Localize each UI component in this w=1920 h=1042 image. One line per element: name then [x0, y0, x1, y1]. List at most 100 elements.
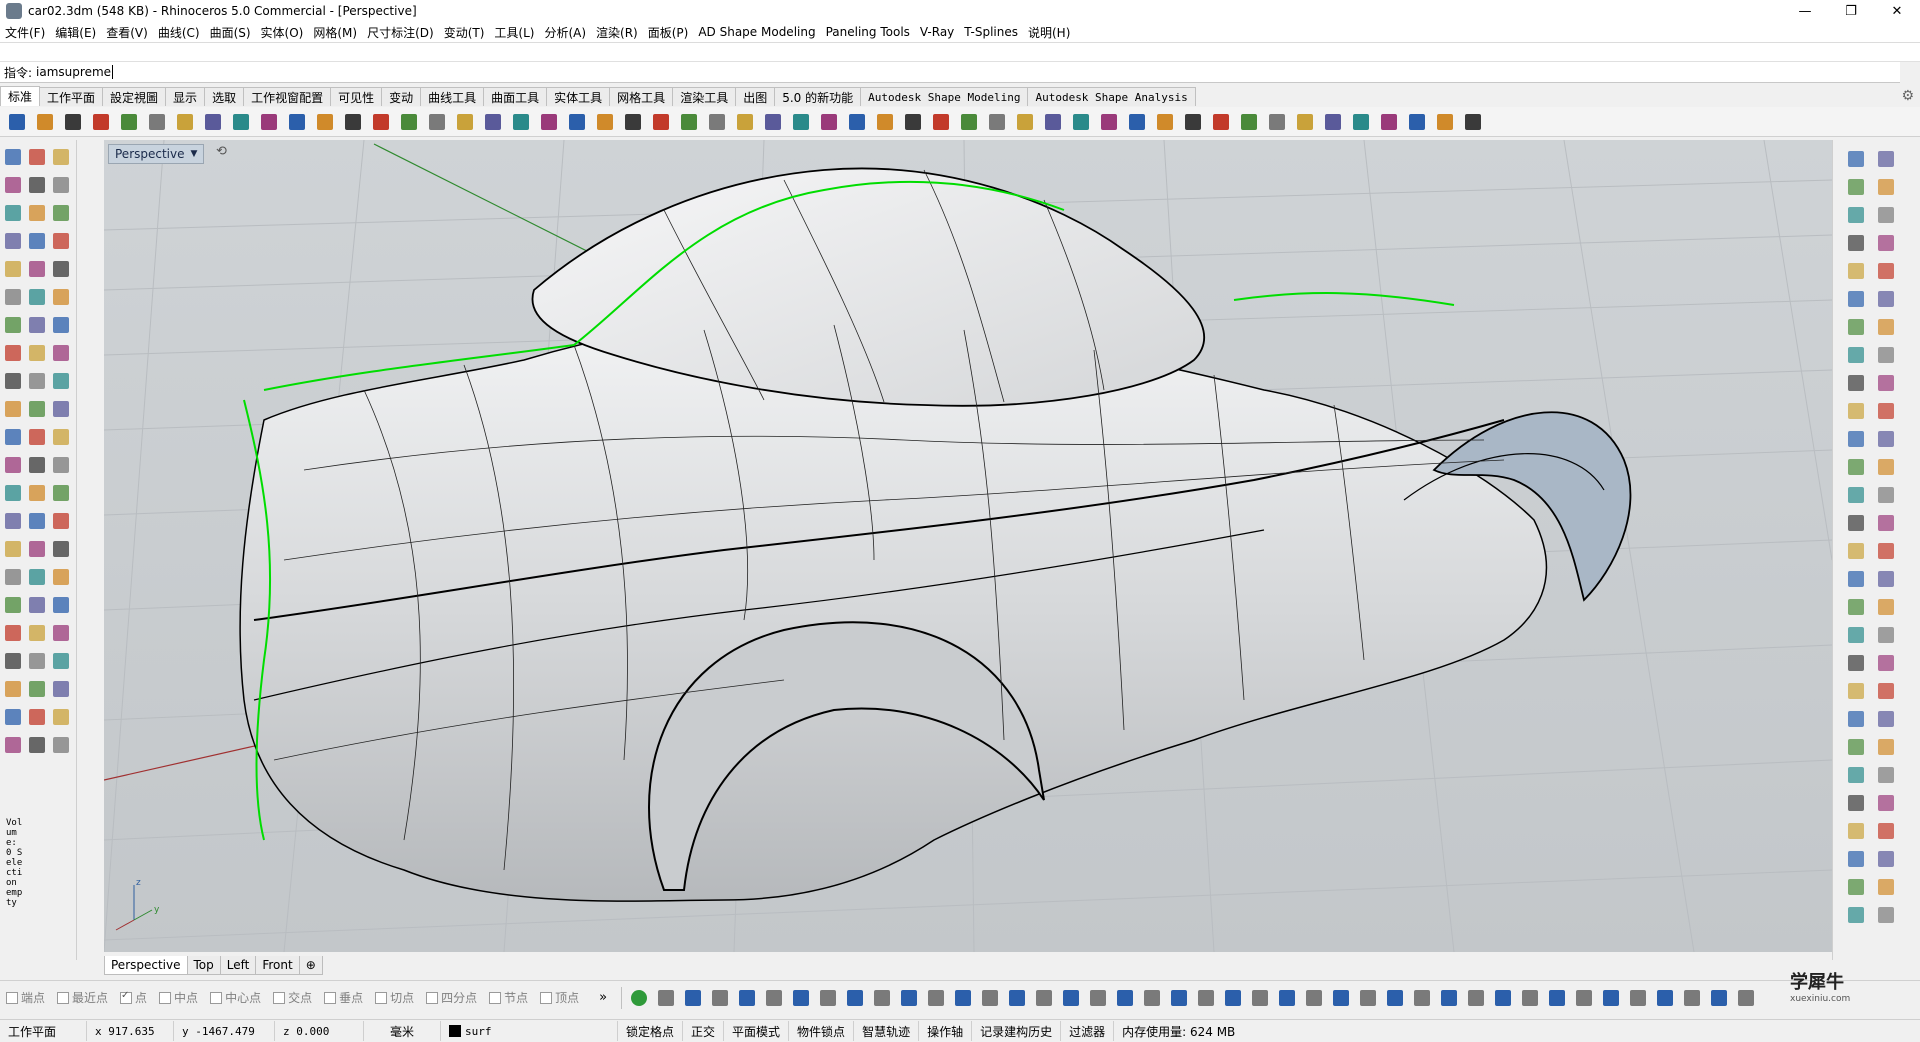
bottom-tool-17-icon[interactable]	[1087, 987, 1109, 1009]
left-tool-44-icon[interactable]	[50, 538, 72, 560]
right-tool-13-icon[interactable]	[1875, 316, 1897, 338]
right-tool-37-icon[interactable]	[1875, 652, 1897, 674]
left-tool-54-icon[interactable]	[2, 650, 24, 672]
bottom-tool-8-icon[interactable]	[844, 987, 866, 1009]
osnap-checkbox[interactable]	[159, 991, 172, 1004]
osnap-checkbox[interactable]	[375, 991, 388, 1004]
left-tool-30-icon[interactable]	[2, 426, 24, 448]
right-tool-0-icon[interactable]	[1845, 148, 1867, 170]
left-tool-0-icon[interactable]	[2, 146, 24, 168]
right-tool-38-icon[interactable]	[1845, 680, 1867, 702]
osnap-checkbox[interactable]	[210, 991, 223, 1004]
toolbar-tab-15[interactable]: Autodesk Shape Modeling	[860, 87, 1029, 106]
zoom-all-icon[interactable]	[454, 111, 476, 133]
car-icon[interactable]	[734, 111, 756, 133]
menu-item-4[interactable]: 曲面(S)	[205, 24, 256, 41]
car-icon[interactable]	[706, 111, 728, 133]
copy-icon[interactable]	[174, 111, 196, 133]
left-tool-5-icon[interactable]	[50, 174, 72, 196]
left-tool-17-icon[interactable]	[50, 286, 72, 308]
osnap-checkbox[interactable]	[324, 991, 337, 1004]
right-tool-26-icon[interactable]	[1845, 512, 1867, 534]
left-tool-31-icon[interactable]	[26, 426, 48, 448]
right-tool-36-icon[interactable]	[1845, 652, 1867, 674]
status-smart-track[interactable]: 智慧轨迹	[854, 1021, 920, 1041]
right-tool-4-icon[interactable]	[1845, 204, 1867, 226]
left-tool-57-icon[interactable]	[2, 678, 24, 700]
left-tool-19-icon[interactable]	[26, 314, 48, 336]
left-tool-10-icon[interactable]	[26, 230, 48, 252]
maximize-button[interactable]: ❐	[1828, 0, 1874, 22]
menu-item-14[interactable]: Paneling Tools	[821, 25, 915, 39]
left-tool-47-icon[interactable]	[50, 566, 72, 588]
left-tool-11-icon[interactable]	[50, 230, 72, 252]
left-tool-59-icon[interactable]	[50, 678, 72, 700]
toolbar-tab-13[interactable]: 出图	[735, 87, 776, 106]
command-input[interactable]: iamsupreme	[36, 65, 114, 79]
right-tool-31-icon[interactable]	[1875, 568, 1897, 590]
right-tool-12-icon[interactable]	[1845, 316, 1867, 338]
osnap-9[interactable]: 节点	[489, 989, 528, 1006]
toolbar-tab-2[interactable]: 設定視圖	[102, 87, 167, 106]
left-tool-2-icon[interactable]	[50, 146, 72, 168]
left-tool-4-icon[interactable]	[26, 174, 48, 196]
help-icon[interactable]	[1238, 111, 1260, 133]
zoom-window-icon[interactable]	[342, 111, 364, 133]
right-tool-28-icon[interactable]	[1845, 540, 1867, 562]
status-planar[interactable]: 平面模式	[724, 1021, 790, 1041]
osnap-7[interactable]: 切点	[375, 989, 414, 1006]
toolbar-tab-6[interactable]: 可见性	[330, 87, 383, 106]
left-tool-43-icon[interactable]	[26, 538, 48, 560]
right-tool-46-icon[interactable]	[1845, 792, 1867, 814]
left-tool-23-icon[interactable]	[50, 342, 72, 364]
right-tool-19-icon[interactable]	[1875, 400, 1897, 422]
right-tool-6-icon[interactable]	[1845, 232, 1867, 254]
left-tool-33-icon[interactable]	[2, 454, 24, 476]
orbit-icon[interactable]	[846, 111, 868, 133]
status-ortho[interactable]: 正交	[683, 1021, 725, 1041]
new-icon[interactable]	[6, 111, 28, 133]
minimize-button[interactable]: —	[1782, 0, 1828, 22]
left-tool-37-icon[interactable]	[26, 482, 48, 504]
osnap-2[interactable]: 点	[120, 989, 147, 1006]
select-icon[interactable]	[1014, 111, 1036, 133]
properties-icon[interactable]	[930, 111, 952, 133]
left-tool-1-icon[interactable]	[26, 146, 48, 168]
osnap-5[interactable]: 交点	[273, 989, 312, 1006]
osnap-10[interactable]: 顶点	[540, 989, 579, 1006]
left-tool-51-icon[interactable]	[2, 622, 24, 644]
menu-item-11[interactable]: 渲染(R)	[591, 24, 643, 41]
light-icon[interactable]	[818, 111, 840, 133]
right-tool-3-icon[interactable]	[1875, 176, 1897, 198]
settings-icon[interactable]	[1406, 111, 1428, 133]
undo-icon[interactable]	[230, 111, 252, 133]
menu-item-0[interactable]: 文件(F)	[0, 24, 50, 41]
bottom-tool-11-icon[interactable]	[925, 987, 947, 1009]
bottom-tool-25-icon[interactable]	[1303, 987, 1325, 1009]
right-tool-14-icon[interactable]	[1845, 344, 1867, 366]
viewport-title[interactable]: Perspective ▼	[108, 144, 205, 164]
status-layer[interactable]: surf	[441, 1021, 618, 1041]
toolbar-tab-0[interactable]: 标准	[0, 86, 41, 106]
bottom-tool-4-icon[interactable]	[736, 987, 758, 1009]
osnap-1[interactable]: 最近点	[57, 989, 108, 1006]
bottom-tool-34-icon[interactable]	[1546, 987, 1568, 1009]
texture-icon[interactable]	[1210, 111, 1232, 133]
right-tool-16-icon[interactable]	[1845, 372, 1867, 394]
menu-item-16[interactable]: T-Splines	[959, 25, 1023, 39]
left-tool-21-icon[interactable]	[2, 342, 24, 364]
right-tool-50-icon[interactable]	[1845, 848, 1867, 870]
right-tool-27-icon[interactable]	[1875, 512, 1897, 534]
left-tool-46-icon[interactable]	[26, 566, 48, 588]
right-tool-51-icon[interactable]	[1875, 848, 1897, 870]
osnap-checkbox[interactable]	[273, 991, 286, 1004]
pan-icon[interactable]	[258, 111, 280, 133]
right-tool-11-icon[interactable]	[1875, 288, 1897, 310]
left-tool-26-icon[interactable]	[50, 370, 72, 392]
toolbar-tab-1[interactable]: 工作平面	[39, 87, 104, 106]
right-tool-41-icon[interactable]	[1875, 708, 1897, 730]
right-tool-39-icon[interactable]	[1875, 680, 1897, 702]
status-osnap[interactable]: 物件锁点	[789, 1021, 855, 1041]
status-gumball[interactable]: 操作轴	[919, 1021, 973, 1041]
right-tool-10-icon[interactable]	[1845, 288, 1867, 310]
